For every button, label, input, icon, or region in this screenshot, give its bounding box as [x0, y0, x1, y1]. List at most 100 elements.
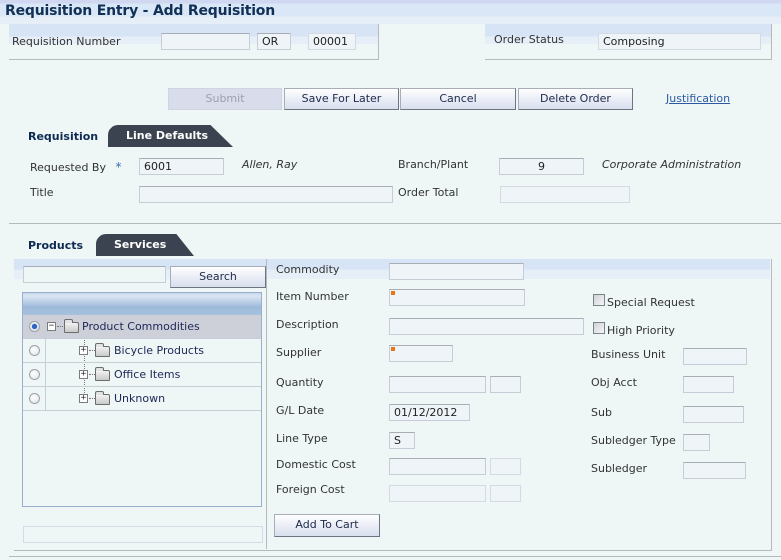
foreign-cost-input[interactable]	[389, 485, 486, 502]
tree-column-separator	[45, 315, 46, 338]
description-input[interactable]	[389, 318, 584, 335]
add-to-cart-button[interactable]: Add To Cart	[274, 514, 380, 537]
high-priority-label: High Priority	[607, 324, 675, 337]
tree-status-bar	[23, 526, 263, 543]
quantity-uom-input[interactable]	[490, 376, 521, 393]
obj-acct-input[interactable]	[683, 376, 734, 393]
title-input[interactable]	[139, 186, 393, 203]
required-indicator-icon: *	[115, 160, 122, 174]
requested-by-name: Allen, Ray	[242, 158, 298, 171]
folder-icon	[95, 343, 110, 357]
radio-icon[interactable]	[29, 369, 40, 380]
tree-connector	[57, 326, 63, 327]
order-total-field	[500, 186, 630, 203]
folder-icon	[95, 367, 110, 381]
tab-services[interactable]: Services	[96, 234, 194, 256]
expand-icon[interactable]: +	[79, 346, 88, 355]
high-priority-checkbox[interactable]	[593, 322, 605, 334]
tab-requisition[interactable]: Requisition	[28, 130, 98, 143]
special-request-checkbox[interactable]	[593, 294, 605, 306]
requested-by-label: Requested By *	[30, 160, 122, 174]
delete-order-button[interactable]: Delete Order	[518, 88, 633, 110]
commodity-input[interactable]	[389, 263, 524, 280]
tree-row-root[interactable]: − Product Commodities	[23, 315, 261, 339]
requisition-number-label: Requisition Number	[12, 35, 121, 48]
title-label: Title	[30, 186, 54, 199]
search-button[interactable]: Search	[170, 266, 266, 288]
product-panel-right-border	[771, 259, 772, 551]
quantity-label: Quantity	[276, 376, 324, 389]
branch-plant-label: Branch/Plant	[398, 158, 469, 171]
tree-row[interactable]: + Office Items	[23, 363, 261, 387]
requested-by-label-text: Requested By	[30, 161, 106, 174]
tree-row[interactable]: + Bicycle Products	[23, 339, 261, 363]
order-total-label: Order Total	[398, 186, 459, 199]
order-type-input[interactable]: OR	[257, 33, 291, 50]
domestic-cost-input[interactable]	[389, 458, 486, 475]
tree-column-separator	[45, 387, 46, 410]
foreign-currency-field	[490, 485, 521, 502]
item-number-label: Item Number	[276, 290, 349, 303]
radio-selected-icon[interactable]	[29, 321, 40, 332]
branch-plant-input[interactable]: 9	[499, 158, 584, 175]
folder-icon	[95, 391, 110, 405]
supplier-input[interactable]	[389, 345, 453, 362]
foreign-cost-label: Foreign Cost	[276, 483, 345, 496]
required-indicator-icon	[391, 291, 395, 295]
radio-icon[interactable]	[29, 345, 40, 356]
line-type-input[interactable]: S	[389, 432, 415, 449]
section-divider	[9, 223, 781, 224]
tab-line-defaults[interactable]: Line Defaults	[108, 125, 233, 147]
sub-label: Sub	[591, 406, 612, 419]
radio-icon[interactable]	[29, 393, 40, 404]
tree-column-separator	[45, 363, 46, 386]
subledger-type-input[interactable]	[683, 434, 710, 451]
gl-date-input[interactable]: 01/12/2012	[389, 404, 470, 421]
order-status-field: Composing	[598, 33, 761, 50]
gl-date-label: G/L Date	[276, 404, 325, 417]
tree-node-label: Unknown	[114, 392, 166, 405]
business-unit-input[interactable]	[683, 348, 747, 365]
commodity-label: Commodity	[276, 263, 340, 276]
tree-row[interactable]: + Unknown	[23, 387, 261, 411]
page-title: Requisition Entry - Add Requisition	[5, 3, 275, 19]
tree-column-separator	[45, 339, 46, 362]
tree-node-label: Office Items	[114, 368, 181, 381]
subledger-input[interactable]	[683, 462, 746, 479]
domestic-cost-label: Domestic Cost	[276, 458, 356, 471]
expand-icon[interactable]: +	[79, 370, 88, 379]
subledger-type-label: Subledger Type	[591, 434, 676, 447]
tree-form-separator	[266, 259, 267, 549]
requested-by-input[interactable]: 6001	[139, 158, 224, 175]
branch-plant-name: Corporate Administration	[602, 158, 742, 171]
tree-node-label: Product Commodities	[82, 320, 200, 333]
tree-node-label: Bicycle Products	[114, 344, 205, 357]
expand-icon[interactable]: +	[79, 394, 88, 403]
open-folder-icon	[64, 319, 79, 333]
commodity-search-input[interactable]	[23, 266, 166, 283]
obj-acct-label: Obj Acct	[591, 376, 637, 389]
order-status-label: Order Status	[494, 33, 564, 46]
save-for-later-button[interactable]: Save For Later	[284, 88, 399, 110]
tab-services-label: Services	[114, 238, 167, 251]
product-panel-bottom-border	[14, 550, 772, 551]
commodity-tree: − Product Commodities + Bicycle Products…	[22, 292, 262, 507]
required-indicator-icon	[391, 347, 395, 351]
business-unit-label: Business Unit	[591, 348, 666, 361]
requisition-number-input[interactable]	[161, 33, 250, 50]
subledger-label: Subledger	[591, 462, 648, 475]
cancel-button[interactable]: Cancel	[400, 88, 516, 110]
special-request-label: Special Request	[607, 296, 695, 309]
tree-header	[23, 293, 261, 315]
page-bottom-divider	[9, 556, 781, 557]
justification-link[interactable]: Justification	[666, 92, 730, 105]
company-field: 00001	[308, 33, 356, 50]
tab-products[interactable]: Products	[28, 239, 83, 252]
submit-button[interactable]: Submit	[168, 88, 282, 110]
supplier-label: Supplier	[276, 346, 322, 359]
collapse-icon[interactable]: −	[47, 322, 56, 331]
quantity-input[interactable]	[389, 376, 486, 393]
sub-input[interactable]	[683, 406, 744, 423]
item-number-input[interactable]	[389, 289, 525, 306]
tab-line-defaults-label: Line Defaults	[126, 129, 209, 142]
